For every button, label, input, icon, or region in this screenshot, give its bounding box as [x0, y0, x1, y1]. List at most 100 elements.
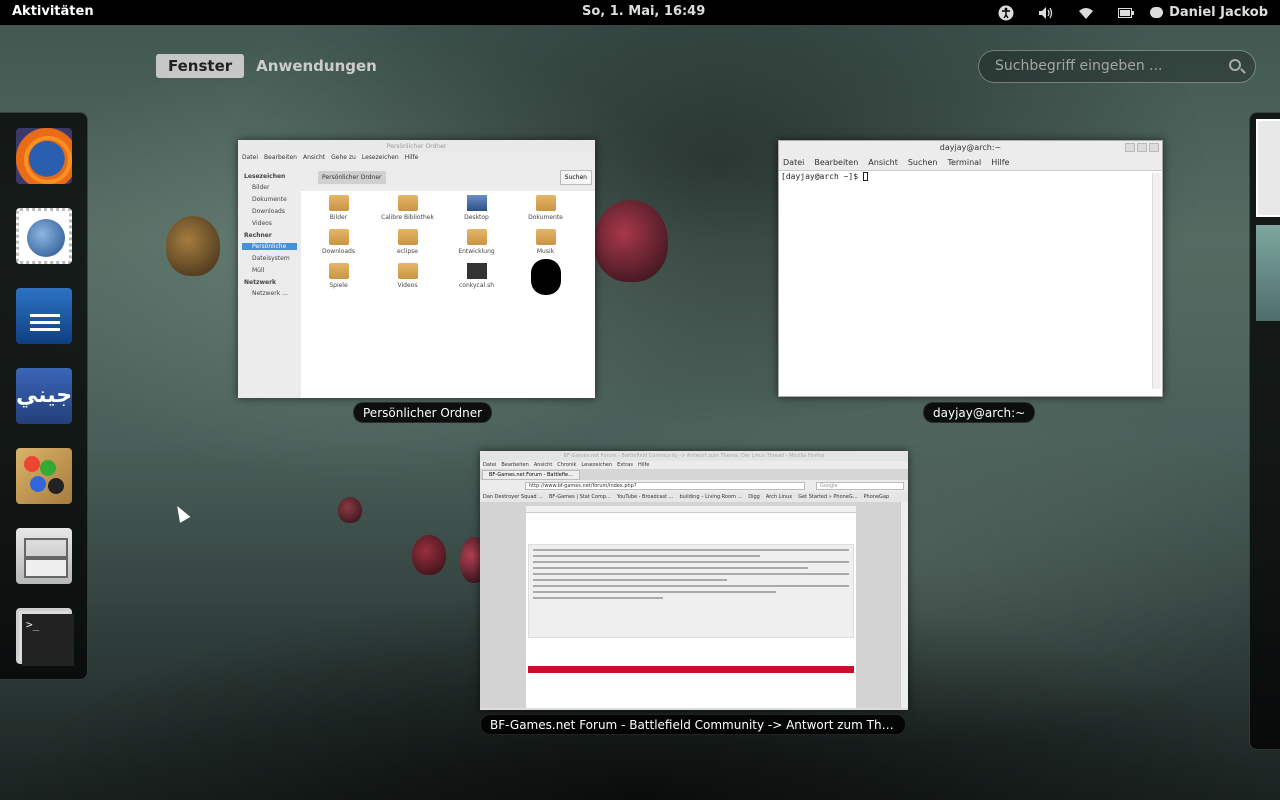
balloon-decoration [338, 497, 362, 523]
reply-header-bar [528, 666, 854, 673]
web-page [480, 502, 900, 708]
folder-icon [466, 229, 487, 245]
sidebar-item: Netzwerk ... [252, 290, 288, 297]
file-item: Spiele [304, 263, 373, 295]
menu-item: Ansicht [302, 154, 326, 161]
menubar: Datei Bearbeiten Ansicht Suchen Terminal… [779, 155, 1162, 171]
menu-item: Hilfe [404, 154, 419, 161]
menu-item: Bearbeiten [814, 158, 859, 167]
search-placeholder: Suchbegriff eingeben ... [995, 58, 1163, 74]
redacted-item-icon [530, 259, 561, 295]
bookmark: building – Living Room ... [679, 494, 743, 500]
terminal-icon[interactable] [16, 608, 74, 666]
system-tray: Daniel Jackob [986, 0, 1280, 25]
file-item: Videos [373, 263, 442, 295]
file-item: Bilder [304, 195, 373, 221]
folder-icon [397, 229, 418, 245]
bookmarks-bar: Dan Destroyer Squad ... BF-Games | Stat … [480, 492, 908, 502]
window-terminal[interactable]: dayjay@arch:~ Datei Bearbeiten Ansicht S… [778, 140, 1163, 397]
forum-post [528, 544, 854, 638]
file-item: eclipse [373, 229, 442, 255]
menu-item: Lesezeichen [361, 154, 399, 161]
file-item: Musik [511, 229, 580, 255]
file-item: Entwicklung [442, 229, 511, 255]
thunderbird-icon[interactable] [16, 208, 72, 264]
breadcrumb: Persönlicher Ordner [318, 171, 386, 184]
sidebar: Lesezeichen Bilder Dokumente Downloads V… [238, 163, 301, 398]
activities-button[interactable]: Aktivitäten [12, 4, 94, 19]
file-manager-icon[interactable] [16, 528, 72, 584]
sidebar-header: Netzwerk [244, 279, 277, 286]
bookmark: Dan Destroyer Squad ... [483, 494, 543, 500]
toolbar: Persönlicher Ordner Suchen [301, 163, 595, 191]
menu-item: Bearbeiten [501, 462, 529, 468]
clock[interactable]: So, 1. Mai, 16:49 [582, 4, 705, 19]
search-icon [1229, 59, 1241, 71]
paint-icon[interactable] [16, 448, 72, 504]
balloon-decoration [412, 535, 446, 575]
firefox-icon[interactable] [16, 128, 72, 184]
bookmark: PhoneGap [863, 494, 890, 500]
wifi-icon[interactable] [1066, 0, 1106, 25]
folder-icon [328, 229, 349, 245]
jeeny-icon[interactable]: جيني [16, 368, 72, 424]
tab-strip: BF-Games.net Forum - Battlefie... [480, 469, 908, 480]
scrollbar [1152, 173, 1161, 389]
desktop-folder-icon [466, 195, 487, 211]
view-selector: Fenster Anwendungen [156, 54, 389, 78]
search-input[interactable]: Suchbegriff eingeben ... [978, 50, 1256, 83]
menu-item: Terminal [947, 158, 982, 167]
window-titlebar: BF-Games.net Forum - Battlefield Communi… [480, 451, 908, 461]
workspace-thumbnail-2[interactable] [1256, 225, 1280, 321]
bookmark: Digg [748, 494, 760, 500]
file-item: Calibre Bibliothek [373, 195, 442, 221]
menu-item: Datei [242, 154, 259, 161]
window-browser[interactable]: BF-Games.net Forum - Battlefield Communi… [480, 451, 908, 710]
menu-item: Hilfe [637, 462, 650, 468]
bookmark: Get Started » PhoneG... [798, 494, 858, 500]
bookmark: Arch Linux [765, 494, 793, 500]
menu-item: Ansicht [533, 462, 553, 468]
accessibility-icon[interactable] [986, 0, 1026, 25]
menu-item: Chronik [557, 462, 577, 468]
window-caption[interactable]: Persönlicher Ordner [353, 402, 493, 423]
folder-icon [397, 263, 418, 279]
battery-icon[interactable] [1106, 0, 1146, 25]
url-bar: http://www.bf-games.net/forum/index.php? [525, 482, 805, 490]
folder-icon [535, 195, 556, 211]
menu-item: Hilfe [991, 158, 1010, 167]
user-menu[interactable]: Daniel Jackob [1146, 5, 1280, 20]
top-bar: Aktivitäten So, 1. Mai, 16:49 Daniel Jac… [0, 0, 1280, 25]
menu-item: Datei [783, 158, 805, 167]
sidebar-header: Rechner [244, 232, 272, 239]
menu-item: Suchen [907, 158, 938, 167]
sidebar-header: Lesezeichen [244, 173, 286, 180]
tab-windows[interactable]: Fenster [156, 54, 245, 78]
chat-bubble-icon [1150, 7, 1164, 18]
workspace-thumbnail-1[interactable] [1256, 119, 1280, 217]
window-controls [1125, 143, 1159, 152]
forum-content [526, 506, 856, 708]
sidebar-item: Dokumente [252, 196, 287, 203]
balloon-decoration [166, 216, 220, 276]
sidebar-item: Videos [252, 220, 272, 227]
window-file-manager[interactable]: Persönlicher Ordner Datei Bearbeiten Ans… [238, 140, 595, 398]
window-caption[interactable]: BF-Games.net Forum - Battlefield Communi… [480, 714, 906, 735]
libreoffice-writer-icon[interactable] [16, 288, 72, 344]
volume-icon[interactable] [1026, 0, 1066, 25]
terminal-output: [dayjay@arch ~]$ [779, 171, 1162, 182]
dash: جيني [0, 112, 88, 680]
menu-item: Datei [483, 462, 497, 468]
search-button: Suchen [559, 170, 592, 185]
sidebar-item: Dateisystem [252, 255, 290, 262]
menu-item: Gehe zu [331, 154, 356, 161]
menu-item: Ansicht [868, 158, 898, 167]
menu-item: Lesezeichen [581, 462, 613, 468]
file-item: conkycal.sh [442, 263, 511, 295]
window-caption[interactable]: dayjay@arch:~ [923, 402, 1036, 423]
file-item [511, 259, 580, 295]
folder-icon [328, 195, 349, 211]
window-titlebar: Persönlicher Ordner [238, 140, 595, 153]
forum-header [526, 506, 856, 513]
tab-applications[interactable]: Anwendungen [244, 54, 389, 78]
